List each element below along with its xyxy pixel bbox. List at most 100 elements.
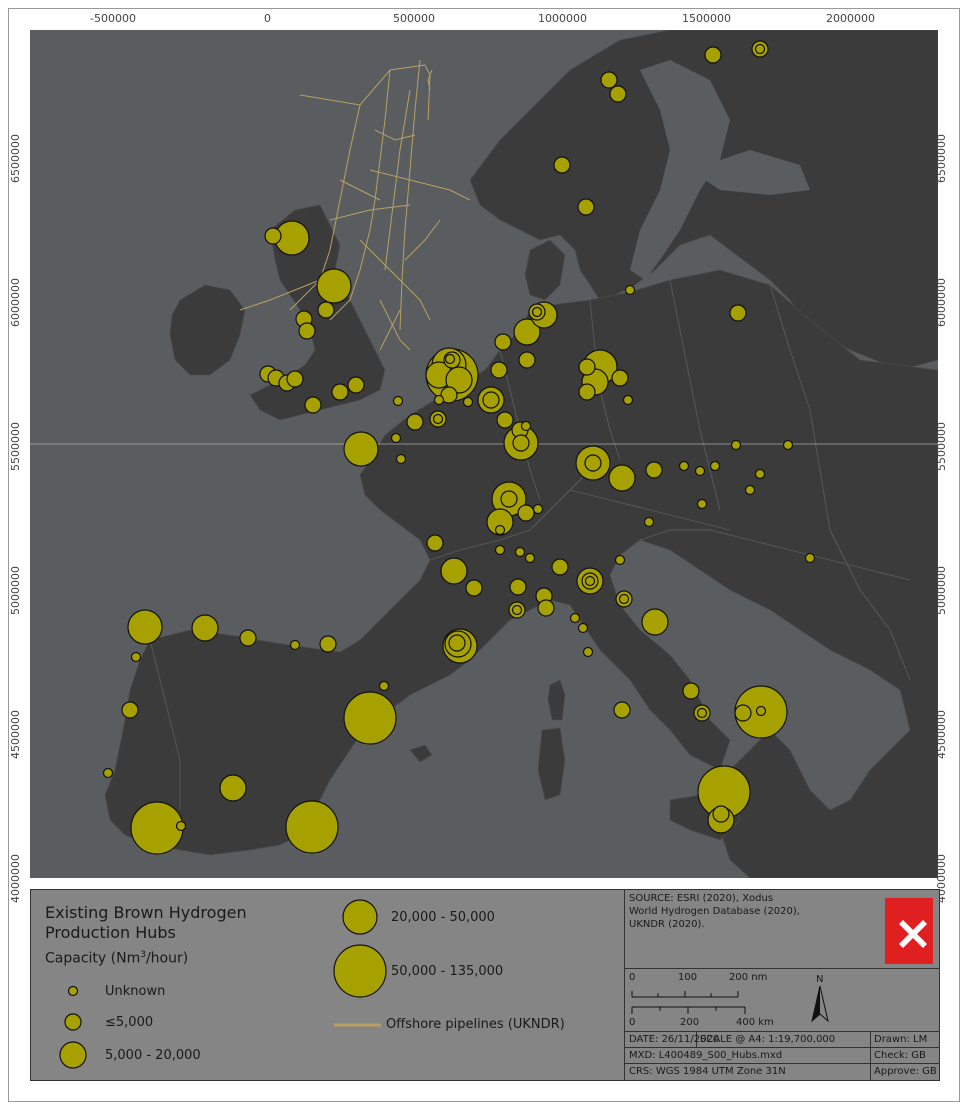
hub-marker [609, 85, 627, 103]
left-tick-label: 5000000 [9, 566, 22, 615]
hub-marker [175, 820, 187, 832]
left-tick-label: 4500000 [9, 710, 22, 759]
hub-marker [584, 454, 602, 472]
hub-marker [121, 701, 139, 719]
hub-marker [696, 498, 708, 510]
top-tick-label: 2000000 [826, 12, 875, 25]
info-row-divider [625, 1031, 939, 1032]
hub-marker [682, 682, 700, 700]
hub-marker [319, 635, 337, 653]
hub-marker [613, 701, 631, 719]
legend-label-c2: 5,000 - 20,000 [105, 1048, 201, 1063]
hub-marker [618, 593, 630, 605]
hub-marker [611, 369, 629, 387]
approve-text: Approve: GB [874, 1066, 937, 1077]
hub-marker [744, 484, 756, 496]
hub-marker [551, 558, 569, 576]
hub-marker [577, 622, 589, 634]
hub-marker [754, 43, 766, 55]
info-row-divider [625, 1047, 939, 1048]
legend-symbol-c4 [333, 944, 387, 998]
hub-marker [511, 604, 523, 616]
info-row-divider [625, 1063, 939, 1064]
hub-marker [298, 322, 316, 340]
hub-marker [264, 227, 282, 245]
hub-marker [730, 439, 742, 451]
hub-marker [392, 395, 404, 407]
north-label: N [816, 974, 824, 985]
hub-marker [678, 460, 690, 472]
hub-marker [569, 612, 581, 624]
hub-marker [645, 461, 663, 479]
hub-marker [754, 468, 766, 480]
hub-marker [378, 680, 390, 692]
hub-marker [537, 599, 555, 617]
legend-symbol-unknown [67, 985, 79, 997]
hub-marker [643, 516, 655, 528]
hub-marker [500, 490, 518, 508]
scale-km-200: 200 [680, 1017, 700, 1028]
hub-marker [553, 156, 571, 174]
hub-marker [734, 704, 752, 722]
left-tick-label: 4000000 [9, 854, 22, 903]
hub-marker [524, 552, 536, 564]
hub-marker [509, 578, 527, 596]
hub-marker [496, 411, 514, 429]
hub-marker [578, 358, 596, 376]
hub-marker [426, 534, 444, 552]
hub-marker [130, 801, 184, 855]
hub-marker [130, 651, 142, 663]
hub-marker [289, 639, 301, 651]
hub-marker [804, 552, 816, 564]
crs-text: CRS: WGS 1984 UTM Zone 31N [629, 1066, 786, 1077]
hub-marker [578, 383, 596, 401]
hub-marker [518, 351, 536, 369]
hub-marker [696, 707, 708, 719]
scale-km-400: 400 km [736, 1017, 774, 1028]
top-tick-label: 500000 [393, 12, 435, 25]
hub-marker [514, 546, 526, 558]
hub-marker [494, 544, 506, 556]
hub-marker [729, 304, 747, 322]
hub-marker [316, 268, 352, 304]
hub-marker [343, 691, 397, 745]
hub-marker [577, 198, 595, 216]
hub-marker [433, 394, 445, 406]
hub-marker [440, 557, 468, 585]
legend-label-c3: 20,000 - 50,000 [391, 910, 495, 925]
legend-label-pipeline: Offshore pipelines (UKNDR) [386, 1017, 565, 1032]
hub-marker [432, 413, 444, 425]
hub-marker [304, 396, 322, 414]
top-tick-label: 1000000 [538, 12, 587, 25]
hub-marker [608, 464, 636, 492]
hub-marker [755, 705, 767, 717]
drawn-text: Drawn: LM [874, 1034, 928, 1045]
hub-marker [532, 503, 544, 515]
check-text: Check: GB [874, 1050, 926, 1061]
hub-marker [622, 394, 634, 406]
scale-text: SCALE @ A4: 1:19,700,000 [700, 1034, 836, 1045]
left-tick-label: 5500000 [9, 422, 22, 471]
hub-marker [600, 71, 618, 89]
left-tick-label: 6500000 [9, 134, 22, 183]
scale-km-0: 0 [629, 1017, 636, 1028]
map-canvas[interactable] [30, 30, 938, 878]
legend-label-c1: ≤5,000 [105, 1015, 154, 1030]
hub-marker [465, 579, 483, 597]
hub-marker [482, 391, 500, 409]
hub-marker [331, 383, 349, 401]
legend-symbol-c2 [59, 1041, 87, 1069]
hub-marker [317, 301, 335, 319]
hub-marker [614, 554, 626, 566]
hub-marker [512, 434, 530, 452]
hub-marker [347, 376, 365, 394]
hub-marker [448, 634, 466, 652]
hub-marker [102, 767, 114, 779]
top-tick-label: -500000 [90, 12, 136, 25]
top-tick-label: 0 [264, 12, 271, 25]
hub-marker [709, 460, 721, 472]
hub-marker [520, 420, 532, 432]
hub-marker [531, 306, 543, 318]
hub-marker [219, 774, 247, 802]
hub-marker [704, 46, 722, 64]
